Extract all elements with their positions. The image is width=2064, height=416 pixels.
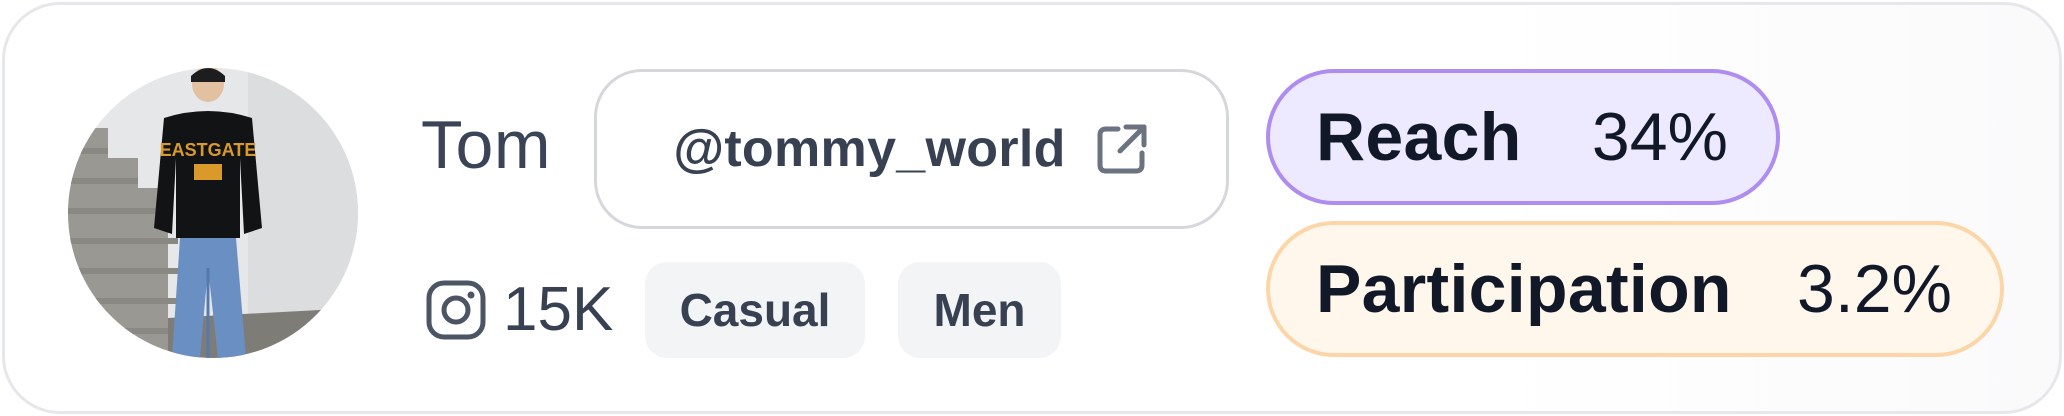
handle-text: @tommy_world — [673, 120, 1066, 178]
avatar: EASTGATE — [68, 68, 358, 358]
instagram-icon — [426, 280, 486, 340]
followers-count: 15K — [503, 275, 614, 344]
participation-value: 3.2% — [1797, 251, 1952, 327]
external-link-icon — [1097, 124, 1147, 174]
tag-men: Men — [898, 262, 1061, 358]
participation-metric: Participation 3.2% — [1266, 221, 2004, 357]
profile-handle-link[interactable]: @tommy_world — [594, 69, 1229, 229]
reach-value: 34% — [1591, 99, 1728, 175]
participation-label: Participation — [1316, 251, 1732, 327]
followers-row: 15K — [425, 275, 613, 345]
svg-text:EASTGATE: EASTGATE — [160, 140, 257, 160]
reach-label: Reach — [1316, 99, 1522, 175]
profile-name: Tom — [421, 107, 551, 183]
reach-metric: Reach 34% — [1266, 69, 1780, 205]
tag-casual: Casual — [645, 262, 865, 358]
influencer-card: EASTGATE Tom @tommy_world 15K Casual Men… — [2, 2, 2062, 414]
